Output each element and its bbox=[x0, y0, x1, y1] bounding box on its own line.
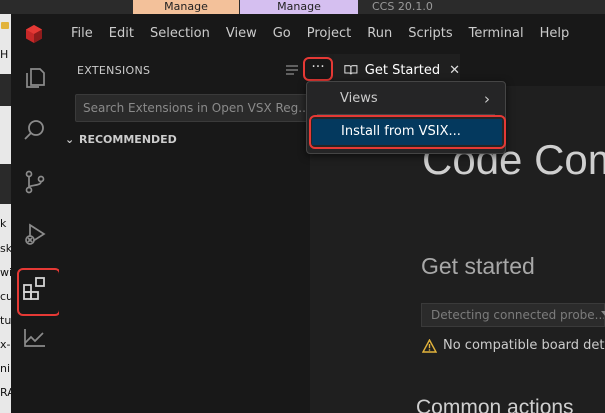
probe-select[interactable]: Detecting connected probe... bbox=[421, 303, 605, 327]
menu-terminal[interactable]: Terminal bbox=[461, 14, 532, 54]
search-icon[interactable] bbox=[11, 106, 59, 154]
menu-item-label: Views bbox=[340, 91, 378, 106]
fragment-text: wi bbox=[0, 266, 11, 279]
manage-tab-1[interactable]: Manage bbox=[133, 0, 239, 14]
menu-bar: File Edit Selection View Go Project Run … bbox=[11, 14, 605, 54]
common-actions-heading: Common actions bbox=[416, 396, 574, 413]
menu-edit[interactable]: Edit bbox=[101, 14, 142, 54]
menu-help[interactable]: Help bbox=[532, 14, 578, 54]
fragment-text: H bbox=[0, 48, 9, 61]
menu-selection[interactable]: Selection bbox=[142, 14, 218, 54]
menu-view[interactable]: View bbox=[218, 14, 265, 54]
dropdown-caret-icon bbox=[601, 311, 605, 317]
menu-item-views[interactable]: Views › bbox=[311, 86, 501, 112]
menu-file[interactable]: File bbox=[63, 14, 101, 54]
get-started-heading: Get started bbox=[421, 253, 535, 279]
section-label: RECOMMENDED bbox=[79, 133, 177, 146]
menu-scripts[interactable]: Scripts bbox=[400, 14, 460, 54]
warning-icon bbox=[422, 338, 437, 353]
folder-icon bbox=[1, 22, 9, 29]
menu-go[interactable]: Go bbox=[265, 14, 299, 54]
recommended-section-header[interactable]: ⌄ RECOMMENDED bbox=[65, 133, 177, 146]
install-highlight bbox=[309, 115, 506, 149]
warning-text: No compatible board detect bbox=[443, 338, 605, 353]
filter-list-icon[interactable] bbox=[285, 62, 301, 78]
menu-project[interactable]: Project bbox=[299, 14, 359, 54]
extensions-search-input[interactable]: Search Extensions in Open VSX Reg... bbox=[75, 94, 309, 122]
source-control-icon[interactable] bbox=[11, 158, 59, 206]
board-warning: No compatible board detect bbox=[422, 338, 605, 353]
chart-icon[interactable] bbox=[11, 313, 59, 361]
more-actions-menu: Views › Install from VSIX... bbox=[306, 81, 506, 154]
extensions-highlight bbox=[17, 268, 61, 316]
book-icon bbox=[344, 65, 358, 75]
sidebar-title: EXTENSIONS bbox=[77, 64, 151, 77]
fragment-dark-band bbox=[0, 74, 11, 106]
fragment-text: k bbox=[0, 217, 7, 230]
fragment-text: x- bbox=[0, 338, 11, 351]
fragment-text: cu bbox=[0, 290, 11, 303]
manage-tab-2[interactable]: Manage bbox=[240, 0, 358, 14]
tab-label: Get Started bbox=[364, 62, 441, 78]
background-window-fragment: H k sk wi cu tu x- nin RA bbox=[0, 14, 11, 413]
ccs-version-label: CCS 20.1.0 bbox=[372, 0, 433, 13]
explorer-icon[interactable] bbox=[11, 54, 59, 102]
menu-run[interactable]: Run bbox=[359, 14, 400, 54]
fragment-dark-band bbox=[0, 164, 11, 204]
chevron-down-icon: ⌄ bbox=[65, 133, 75, 146]
close-icon[interactable]: ✕ bbox=[449, 63, 460, 78]
fragment-text: tu bbox=[0, 314, 11, 327]
chevron-right-icon: › bbox=[484, 90, 490, 108]
run-debug-icon[interactable] bbox=[11, 210, 59, 258]
more-actions-button[interactable]: ··· bbox=[303, 57, 333, 81]
fragment-text: sk bbox=[0, 242, 11, 255]
fragment-text: nin bbox=[0, 362, 11, 375]
top-strip: Manage Manage CCS 20.1.0 bbox=[0, 0, 605, 14]
fragment-text: RA bbox=[0, 386, 11, 399]
extensions-sidebar: EXTENSIONS Search Extensions in Open VSX… bbox=[59, 54, 310, 413]
ccs-logo-icon bbox=[23, 23, 45, 45]
activity-bar bbox=[11, 54, 61, 413]
